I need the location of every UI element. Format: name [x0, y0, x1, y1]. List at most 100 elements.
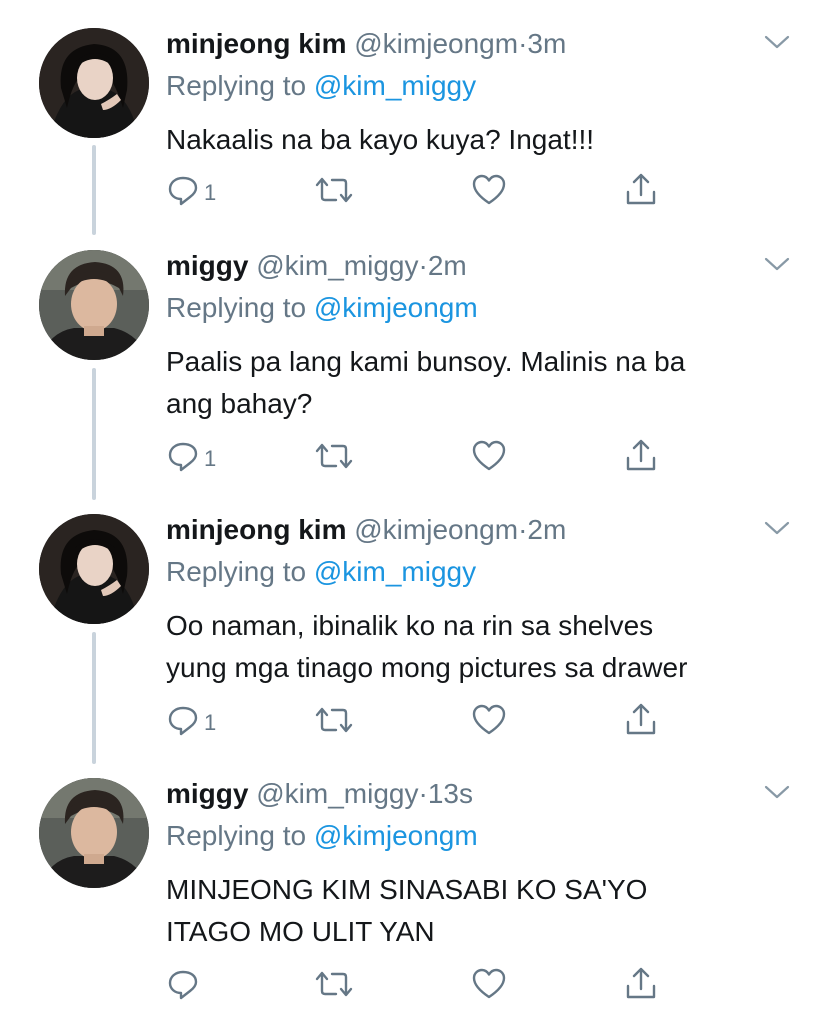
share-icon	[626, 967, 656, 999]
like-button[interactable]	[471, 436, 507, 476]
reply-icon	[168, 706, 198, 736]
mention-link[interactable]: @kimjeongm	[314, 820, 478, 851]
avatar[interactable]	[39, 778, 149, 888]
replying-prefix: Replying to	[166, 70, 307, 101]
replying-to: Replying to @kim_miggy	[166, 66, 476, 106]
replying-to: Replying to @kimjeongm	[166, 816, 478, 856]
mention-link[interactable]: @kim_miggy	[314, 70, 476, 101]
share-icon	[626, 703, 656, 735]
retweet-button[interactable]	[314, 170, 354, 210]
retweet-icon	[315, 971, 353, 997]
handle[interactable]: @kimjeongm	[354, 514, 518, 545]
more-options-button[interactable]	[762, 30, 792, 54]
separator: ·	[418, 250, 428, 281]
tweet-text-line: Oo naman, ibinalik ko na rin sa shelves	[166, 610, 654, 641]
tweet[interactable]: minjeong kim @kimjeongm·2m Replying to @…	[0, 510, 827, 750]
timestamp[interactable]: 3m	[527, 28, 566, 59]
reply-button[interactable]	[166, 964, 204, 1004]
separator: ·	[418, 778, 428, 809]
like-icon	[472, 174, 506, 205]
tweet-header: miggy @kim_miggy·13s	[166, 774, 473, 814]
chevron-down-icon	[764, 785, 790, 799]
mention-link[interactable]: @kimjeongm	[314, 292, 478, 323]
display-name[interactable]: minjeong kim	[166, 28, 346, 59]
separator: ·	[518, 514, 528, 545]
more-options-button[interactable]	[762, 516, 792, 540]
tweet-text: Paalis pa lang kami bunsoy. Malinis na b…	[166, 341, 786, 425]
handle[interactable]: @kim_miggy	[256, 778, 418, 809]
tweet-header: minjeong kim @kimjeongm·3m	[166, 24, 566, 64]
reply-button[interactable]: 1	[166, 170, 216, 210]
retweet-button[interactable]	[314, 700, 354, 740]
tweet-text-line: ang bahay?	[166, 388, 313, 419]
like-button[interactable]	[471, 700, 507, 740]
more-options-button[interactable]	[762, 780, 792, 804]
tweet-text-line: yung mga tinago mong pictures sa drawer	[166, 652, 688, 683]
tweet-text: Nakaalis na ba kayo kuya? Ingat!!!	[166, 119, 786, 161]
tweet-text: Oo naman, ibinalik ko na rin sa shelves …	[166, 605, 786, 689]
tweet-text-line: Paalis pa lang kami bunsoy. Malinis na b…	[166, 346, 686, 377]
chevron-down-icon	[764, 521, 790, 535]
mention-link[interactable]: @kim_miggy	[314, 556, 476, 587]
reply-count: 1	[204, 710, 217, 735]
share-button[interactable]	[624, 700, 658, 740]
retweet-icon	[315, 707, 353, 733]
avatar-girl-icon	[39, 28, 149, 138]
share-button[interactable]	[624, 436, 658, 476]
reply-icon	[168, 176, 198, 206]
retweet-button[interactable]	[314, 436, 354, 476]
separator: ·	[518, 28, 528, 59]
like-icon	[472, 968, 506, 999]
timestamp[interactable]: 13s	[428, 778, 473, 809]
avatar-boy-icon	[39, 250, 149, 360]
share-icon	[626, 439, 656, 471]
timestamp[interactable]: 2m	[527, 514, 566, 545]
replying-to: Replying to @kimjeongm	[166, 288, 478, 328]
avatar[interactable]	[39, 250, 149, 360]
tweet-actions: 1	[166, 700, 666, 740]
like-button[interactable]	[471, 964, 507, 1004]
handle[interactable]: @kimjeongm	[354, 28, 518, 59]
reply-icon	[168, 442, 198, 472]
share-icon	[626, 173, 656, 205]
display-name[interactable]: minjeong kim	[166, 514, 346, 545]
share-button[interactable]	[624, 170, 658, 210]
reply-button[interactable]: 1	[166, 700, 216, 740]
display-name[interactable]: miggy	[166, 250, 248, 281]
retweet-button[interactable]	[314, 964, 354, 1004]
tweet-text-line: MINJEONG KIM SINASABI KO SA'YO	[166, 874, 648, 905]
reply-icon	[168, 970, 198, 1000]
tweet[interactable]: miggy @kim_miggy·2m Replying to @kimjeon…	[0, 246, 827, 486]
timestamp[interactable]: 2m	[428, 250, 467, 281]
chevron-down-icon	[764, 257, 790, 271]
share-button[interactable]	[624, 964, 658, 1004]
tweet-actions	[166, 964, 666, 1004]
tweet-header: minjeong kim @kimjeongm·2m	[166, 510, 566, 550]
tweet-text: MINJEONG KIM SINASABI KO SA'YO ITAGO MO …	[166, 869, 786, 953]
tweet-actions: 1	[166, 170, 666, 210]
retweet-icon	[315, 443, 353, 469]
retweet-icon	[315, 177, 353, 203]
like-icon	[472, 704, 506, 735]
replying-to: Replying to @kim_miggy	[166, 552, 476, 592]
like-icon	[472, 440, 506, 471]
replying-prefix: Replying to	[166, 292, 307, 323]
display-name[interactable]: miggy	[166, 778, 248, 809]
avatar-boy-icon	[39, 778, 149, 888]
tweet-header: miggy @kim_miggy·2m	[166, 246, 467, 286]
more-options-button[interactable]	[762, 252, 792, 276]
tweet[interactable]: miggy @kim_miggy·13s Replying to @kimjeo…	[0, 774, 827, 1014]
like-button[interactable]	[471, 170, 507, 210]
avatar[interactable]	[39, 514, 149, 624]
reply-button[interactable]: 1	[166, 436, 216, 476]
chevron-down-icon	[764, 35, 790, 49]
replying-prefix: Replying to	[166, 556, 307, 587]
avatar-girl-icon	[39, 514, 149, 624]
tweet-text-line: ITAGO MO ULIT YAN	[166, 916, 435, 947]
tweet[interactable]: minjeong kim @kimjeongm·3m Replying to @…	[0, 24, 827, 224]
tweet-text-line: Nakaalis na ba kayo kuya? Ingat!!!	[166, 124, 595, 155]
handle[interactable]: @kim_miggy	[256, 250, 418, 281]
avatar[interactable]	[39, 28, 149, 138]
replying-prefix: Replying to	[166, 820, 307, 851]
tweet-actions: 1	[166, 436, 666, 476]
